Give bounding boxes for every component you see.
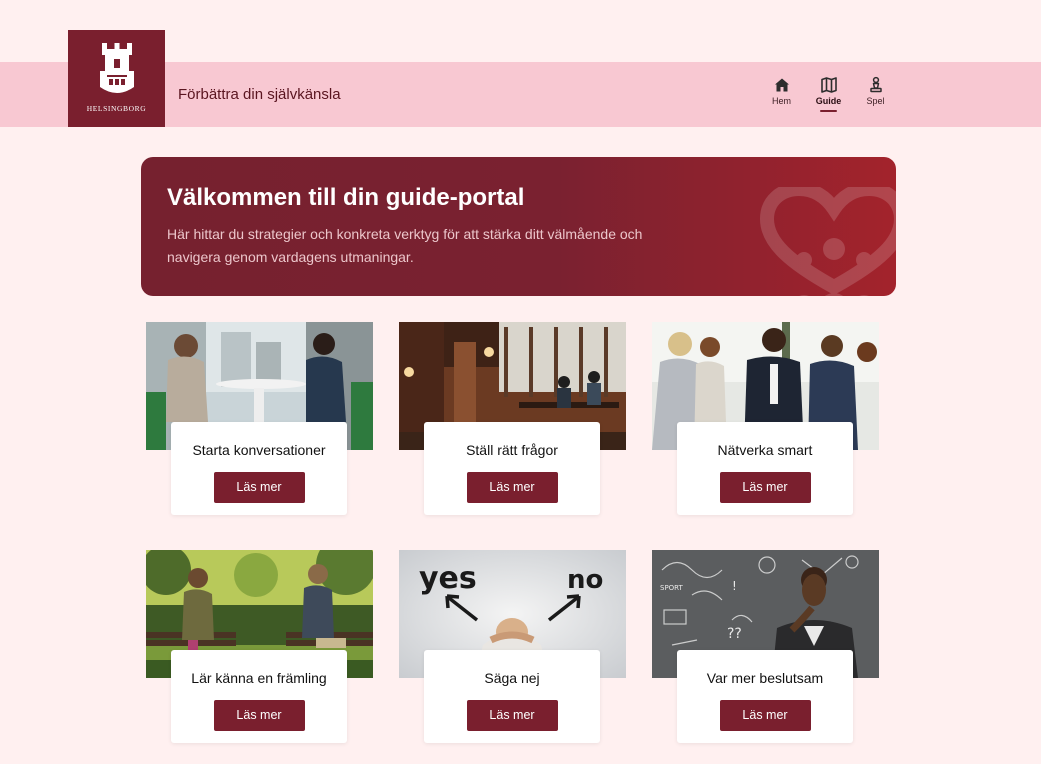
card-title: Var mer beslutsam — [706, 670, 824, 686]
read-more-button[interactable]: Läs mer — [719, 700, 811, 731]
read-more-button[interactable]: Läs mer — [213, 700, 305, 731]
card-natverka-smart: Nätverka smart Läs mer — [677, 422, 853, 515]
active-nav-indicator — [820, 110, 837, 112]
home-icon — [774, 78, 789, 92]
card-title: Starta konversationer — [192, 442, 326, 458]
card-starta-konversationer: Starta konversationer Läs mer — [171, 422, 347, 515]
main-nav: Hem Guide Spel — [758, 76, 899, 112]
svg-text:??: ?? — [727, 626, 742, 642]
yes-label: yes — [419, 561, 477, 596]
card-title: Nätverka smart — [717, 442, 813, 458]
logo-text: HELSINGBORG — [86, 104, 147, 113]
nav-item-hem[interactable]: Hem — [758, 76, 805, 106]
card-saga-nej: Säga nej Läs mer — [424, 650, 600, 743]
no-label: no — [567, 565, 603, 595]
welcome-banner: Välkommen till din guide-portal Här hitt… — [141, 157, 896, 296]
card-stall-ratt-fragor: Ställ rätt frågor Läs mer — [424, 422, 600, 515]
read-more-button[interactable]: Läs mer — [466, 700, 558, 731]
nav-label-hem: Hem — [771, 96, 791, 106]
nav-label-guide: Guide — [815, 96, 842, 106]
card-title: Ställ rätt frågor — [466, 442, 558, 458]
map-icon — [820, 77, 837, 93]
page: HELSINGBORG Förbättra din självkänsla He… — [0, 0, 1041, 764]
site-title[interactable]: Förbättra din självkänsla — [178, 86, 341, 103]
read-more-button[interactable]: Läs mer — [719, 472, 811, 503]
card-title: Lär känna en främling — [191, 670, 327, 686]
banner-title: Välkommen till din guide-portal — [167, 184, 525, 211]
coat-of-arms-icon — [99, 43, 134, 93]
helsingborg-logo[interactable]: HELSINGBORG — [68, 30, 165, 127]
svg-text:SPORT: SPORT — [660, 584, 684, 592]
card-title: Säga nej — [484, 670, 540, 686]
chess-pawn-icon — [869, 76, 882, 93]
read-more-button[interactable]: Läs mer — [213, 472, 305, 503]
banner-text: Här hittar du strategier och konkreta ve… — [167, 226, 643, 265]
nav-item-spel[interactable]: Spel — [852, 76, 899, 106]
nav-item-guide[interactable]: Guide — [805, 76, 852, 112]
nav-label-spel: Spel — [866, 96, 885, 106]
card-var-mer-beslutsam: Var mer beslutsam Läs mer — [677, 650, 853, 743]
svg-text:!: ! — [732, 579, 737, 593]
card-lar-kanna-en-framling: Lär känna en främling Läs mer — [171, 650, 347, 743]
heart-people-icon — [759, 187, 896, 296]
read-more-button[interactable]: Läs mer — [466, 472, 558, 503]
